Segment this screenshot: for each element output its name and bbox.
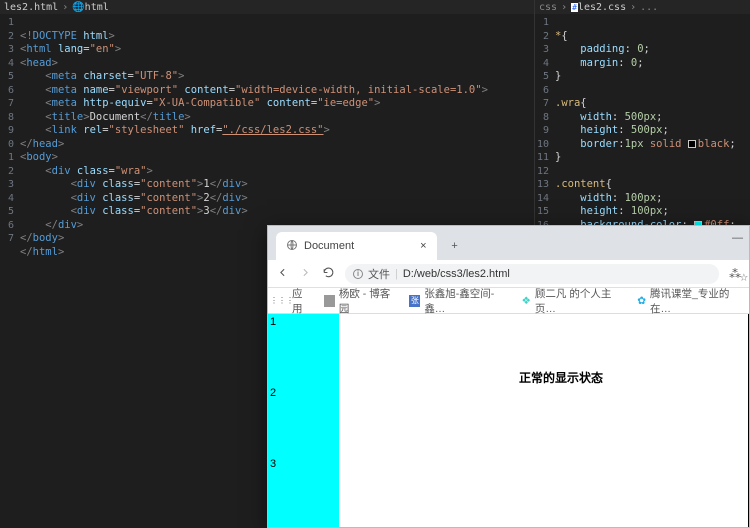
forward-button[interactable] [299,266,312,282]
browser-viewport: 1 2 3 正常的显示状态 [268,314,749,527]
css-icon: # [571,3,578,12]
back-button[interactable] [276,266,289,282]
content-box-2: 2 [268,385,339,456]
breadcrumb-sep: › [62,2,68,13]
browser-toolbar: i 文件 | D:/web/css3/les2.html ⁂ [268,260,749,288]
tab-close-icon[interactable]: × [420,240,426,252]
bookmark-item[interactable]: 张张鑫旭-鑫空间-鑫… [409,286,507,316]
breadcrumb-file-css[interactable]: les2.css [578,2,626,13]
content-box-1: 1 [268,314,339,385]
new-tab-button[interactable]: + [443,234,467,258]
breadcrumb-css[interactable]: css › # les2.css › ... [535,0,750,14]
favicon-icon: 张 [409,295,420,307]
browser-window[interactable]: — Document × + i 文件 | D:/web/css3/les2.h… [267,225,750,528]
minimize-button[interactable]: — [732,232,743,244]
breadcrumb-file[interactable]: les2.html [4,2,58,13]
tab-title: Document [304,240,354,252]
html-icon: 🌐 [72,2,84,13]
browser-tab[interactable]: Document × [276,232,437,260]
reload-button[interactable] [322,266,335,282]
url-text: D:/web/css3/les2.html [403,268,510,280]
favicon-icon: ✿ [637,295,646,307]
content-box-3: 3 [268,456,339,527]
info-icon[interactable]: i [353,269,363,279]
page-caption: 正常的显示状态 [519,369,603,386]
bookmark-item[interactable]: 杨欧 - 博客园 [324,286,395,316]
bookmark-item[interactable]: ✿腾讯课堂_专业的在… [637,286,741,316]
breadcrumb-more[interactable]: ... [640,2,658,13]
favicon-icon: ❖ [522,295,531,307]
breadcrumb-html[interactable]: les2.html › 🌐 html [0,0,534,14]
breadcrumb-dir[interactable]: css [539,2,557,13]
wra-column: 1 2 3 [268,314,339,527]
bookmark-star-icon[interactable]: ☆ [740,269,748,285]
apps-icon: ⋮⋮⋮ [276,295,288,307]
favicon-icon [324,295,335,307]
bookmark-item[interactable]: ❖顾二凡 的个人主页… [522,286,624,316]
url-prefix: 文件 [368,266,390,282]
globe-icon [286,239,298,254]
apps-shortcut[interactable]: ⋮⋮⋮应用 [276,286,310,316]
gutter-html: 1 2 3 4 5 6 7 8 9 0 1 2 3 4 5 6 7 [0,14,20,528]
breadcrumb-element[interactable]: html [85,2,109,13]
browser-tabbar: Document × + [268,226,749,260]
address-bar[interactable]: i 文件 | D:/web/css3/les2.html [345,264,719,284]
bookmarks-bar: ⋮⋮⋮应用 杨欧 - 博客园 张张鑫旭-鑫空间-鑫… ❖顾二凡 的个人主页… ✿… [268,288,749,314]
